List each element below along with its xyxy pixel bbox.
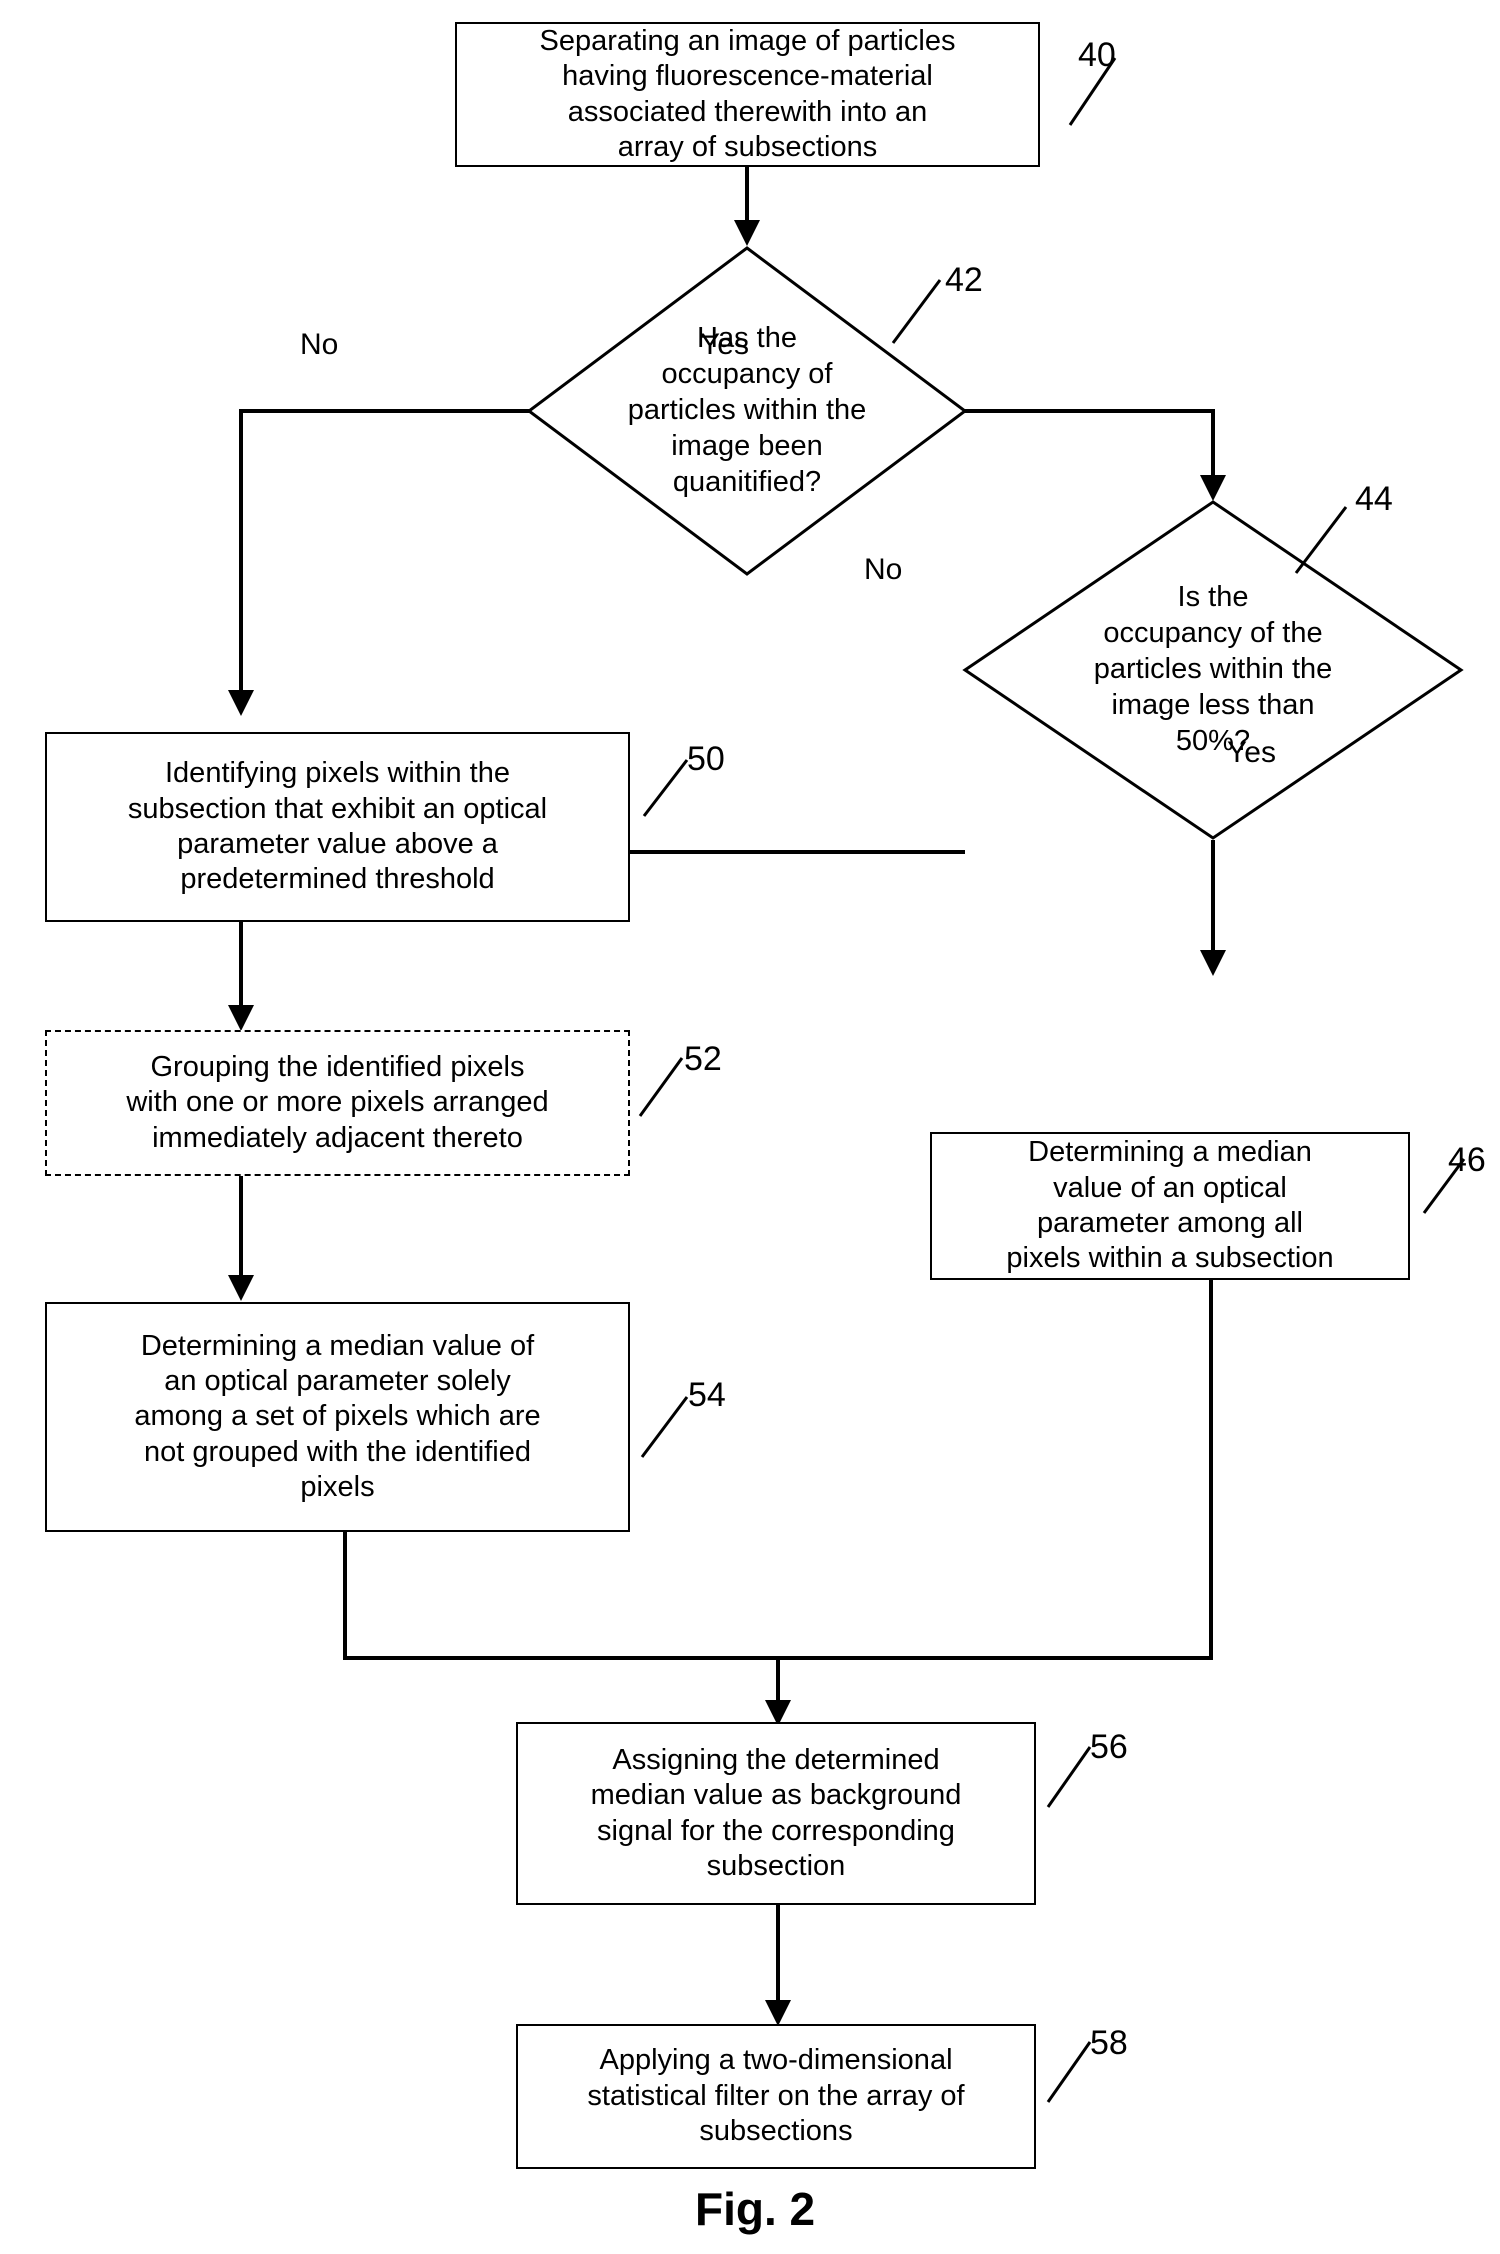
decision-label-44: Is the occupancy of the particles within… bbox=[1093, 581, 1333, 757]
connector-52-to-54 bbox=[239, 1176, 243, 1286]
arrowhead-40-to-42 bbox=[734, 220, 760, 246]
ref-number-50: 50 bbox=[687, 740, 725, 778]
connector-56-to-58 bbox=[776, 1905, 780, 2010]
figure-caption: Fig. 2 bbox=[695, 2183, 816, 2235]
edge-label-44-no: No bbox=[864, 553, 903, 586]
arrowhead-44-yes bbox=[1200, 950, 1226, 976]
ref-number-52: 52 bbox=[684, 1040, 722, 1078]
ref-number-58: 58 bbox=[1090, 2024, 1128, 2062]
connector-54-down bbox=[343, 1532, 347, 1660]
connector-42-yes-horizontal bbox=[963, 409, 1215, 413]
connector-42-no-vertical bbox=[239, 409, 243, 699]
process-box-56: Assigning the determined median value as… bbox=[516, 1722, 1036, 1905]
ref-number-40: 40 bbox=[1078, 36, 1116, 74]
ref-number-56: 56 bbox=[1090, 1728, 1128, 1766]
edge-label-42-no: No bbox=[300, 328, 339, 361]
ref-number-46: 46 bbox=[1448, 1141, 1486, 1179]
process-box-46: Determining a median value of an optical… bbox=[930, 1132, 1410, 1280]
connector-42-no-horizontal bbox=[239, 409, 531, 413]
connector-40-to-42 bbox=[745, 167, 749, 227]
ref-number-44: 44 bbox=[1355, 480, 1393, 518]
process-box-50: Identifying pixels within the subsection… bbox=[45, 732, 630, 922]
process-box-58: Applying a two-dimensional statistical f… bbox=[516, 2024, 1036, 2169]
process-box-54: Determining a median value of an optical… bbox=[45, 1302, 630, 1532]
arrowhead-42-yes bbox=[1200, 475, 1226, 501]
connector-50-to-52 bbox=[239, 922, 243, 1012]
decision-diamond-44: Is the occupancy of the particles within… bbox=[962, 500, 1464, 840]
ref-number-54: 54 bbox=[688, 1376, 726, 1414]
arrowhead-56-to-58 bbox=[765, 2000, 791, 2026]
edge-label-44-yes: Yes bbox=[1227, 736, 1276, 769]
connector-44-yes-vertical bbox=[1211, 840, 1215, 960]
ref-number-42: 42 bbox=[945, 261, 983, 299]
arrowhead-50-to-52 bbox=[228, 1005, 254, 1031]
figure-canvas: Separating an image of particles having … bbox=[0, 0, 1500, 2254]
connector-46-down bbox=[1209, 1280, 1213, 1660]
connector-42-yes-vertical bbox=[1211, 409, 1215, 484]
arrowhead-52-to-54 bbox=[228, 1275, 254, 1301]
process-box-52: Grouping the identified pixels with one … bbox=[45, 1030, 630, 1176]
arrowhead-42-no bbox=[228, 690, 254, 716]
edge-label-42-yes: Yes bbox=[700, 328, 749, 361]
process-box-40: Separating an image of particles having … bbox=[455, 22, 1040, 167]
